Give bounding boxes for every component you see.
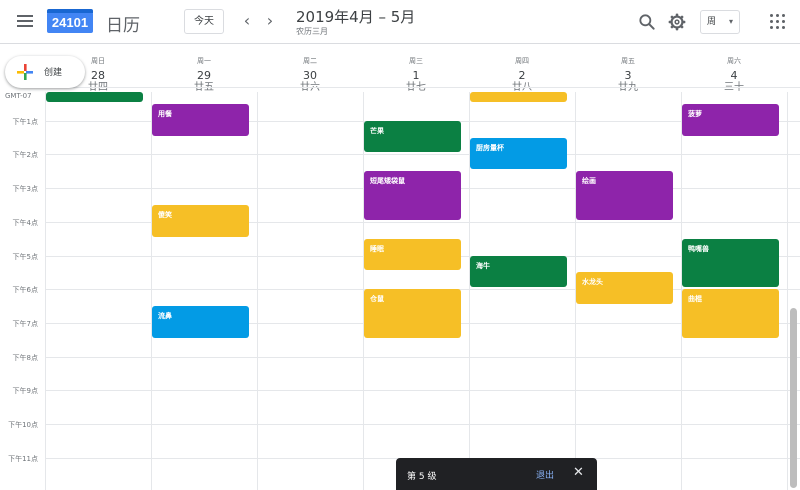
hour-label: 下午8点 bbox=[12, 354, 38, 362]
calendar-event[interactable]: 仓鼠 bbox=[364, 289, 461, 338]
hour-label: 下午5点 bbox=[12, 253, 38, 261]
hour-gridline bbox=[45, 154, 800, 155]
next-week-icon[interactable]: › bbox=[261, 12, 279, 32]
search-icon[interactable] bbox=[637, 12, 657, 32]
event-title: 曲棍 bbox=[688, 295, 702, 304]
calendar-event[interactable] bbox=[46, 92, 143, 102]
hour-label: 下午3点 bbox=[12, 185, 38, 193]
calendar-event[interactable]: 睡眠 bbox=[364, 238, 461, 271]
day-column-divider bbox=[45, 92, 46, 490]
calendar-event[interactable]: 海牛 bbox=[470, 255, 567, 288]
day-column-divider bbox=[257, 92, 258, 490]
hour-label: 下午9点 bbox=[12, 387, 38, 395]
apps-grid-icon[interactable] bbox=[770, 14, 786, 30]
top-app-bar: 24101 日历 今天 ‹ › 2019年4月 – 5月 农历三月 周 ▾ bbox=[0, 0, 800, 44]
event-title: 水龙头 bbox=[582, 278, 603, 287]
day-of-week: 周一 bbox=[197, 57, 211, 65]
create-button[interactable]: 创建 bbox=[5, 56, 85, 88]
previous-week-icon[interactable]: ‹ bbox=[238, 12, 256, 32]
calendar-event[interactable]: 流鼻 bbox=[152, 306, 249, 338]
calendar-event[interactable]: 用餐 bbox=[152, 103, 249, 136]
lunar-month-subtitle: 农历三月 bbox=[296, 27, 328, 36]
app-name: 日历 bbox=[106, 16, 140, 36]
snackbar-message: 第 5 级 bbox=[407, 472, 437, 482]
calendar-event[interactable]: 厨房量杯 bbox=[470, 137, 567, 170]
hour-label: 下午4点 bbox=[12, 219, 38, 227]
event-title: 仓鼠 bbox=[370, 295, 384, 304]
close-icon[interactable]: ✕ bbox=[573, 466, 584, 480]
day-number[interactable]: 29 bbox=[151, 70, 257, 82]
hour-label: 下午7点 bbox=[12, 320, 38, 328]
day-of-week: 周四 bbox=[515, 57, 529, 65]
day-column-divider bbox=[787, 92, 788, 490]
day-number[interactable]: 30 bbox=[257, 70, 363, 82]
gear-icon[interactable] bbox=[667, 12, 687, 32]
event-title: 菠萝 bbox=[688, 109, 702, 118]
chevron-down-icon: ▾ bbox=[728, 17, 733, 26]
day-number[interactable]: 4 bbox=[681, 70, 787, 82]
day-number[interactable]: 3 bbox=[575, 70, 681, 82]
day-of-week: 周六 bbox=[727, 57, 741, 65]
create-button-label: 创建 bbox=[44, 68, 63, 78]
hour-gridline bbox=[45, 87, 800, 88]
calendar-event[interactable]: 绘画 bbox=[576, 171, 673, 220]
day-number[interactable]: 1 bbox=[363, 70, 469, 82]
hour-label: 下午10点 bbox=[8, 421, 38, 429]
level-snackbar: 第 5 级 退出 ✕ bbox=[396, 458, 597, 490]
calendar-event[interactable] bbox=[470, 92, 567, 102]
hour-label: 下午2点 bbox=[12, 151, 38, 159]
event-title: 傻笑 bbox=[158, 210, 172, 219]
calendar-event[interactable]: 傻笑 bbox=[152, 204, 249, 237]
view-select-label: 周 bbox=[707, 17, 717, 27]
exit-button[interactable]: 退出 bbox=[536, 468, 554, 481]
calendar-event[interactable]: 鸭嘴兽 bbox=[682, 238, 779, 288]
calendar-event[interactable]: 短尾矮袋鼠 bbox=[364, 171, 461, 220]
view-select[interactable]: 周 ▾ bbox=[700, 10, 740, 34]
event-title: 睡眠 bbox=[370, 244, 384, 253]
event-title: 海牛 bbox=[476, 261, 490, 270]
calendar-logo: 24101 bbox=[47, 9, 93, 33]
hour-gridline bbox=[45, 357, 800, 358]
day-of-week: 周三 bbox=[409, 57, 423, 65]
calendar-event[interactable]: 芒果 bbox=[364, 120, 461, 153]
plus-icon bbox=[17, 64, 33, 80]
event-title: 鸭嘴兽 bbox=[688, 244, 709, 253]
event-title: 厨房量杯 bbox=[476, 143, 504, 152]
timezone-label: GMT-07 bbox=[5, 92, 32, 100]
event-title: 短尾矮袋鼠 bbox=[370, 177, 405, 186]
calendar-event[interactable]: 菠萝 bbox=[682, 103, 779, 136]
scrollbar[interactable] bbox=[790, 308, 797, 488]
event-title: 流鼻 bbox=[158, 312, 172, 321]
main-menu-icon[interactable] bbox=[14, 12, 36, 32]
event-title: 芒果 bbox=[370, 126, 384, 135]
day-column-divider bbox=[151, 92, 152, 490]
event-title: 绘画 bbox=[582, 177, 596, 186]
calendar-event[interactable]: 水龙头 bbox=[576, 272, 673, 305]
today-button[interactable]: 今天 bbox=[184, 9, 224, 34]
day-number[interactable]: 2 bbox=[469, 70, 575, 82]
date-range-title: 2019年4月 – 5月 bbox=[296, 8, 416, 26]
calendar-event[interactable]: 曲棍 bbox=[682, 289, 779, 338]
hour-gridline bbox=[45, 390, 800, 391]
hour-label: 下午6点 bbox=[12, 286, 38, 294]
hour-label: 下午1点 bbox=[12, 118, 38, 126]
event-title: 用餐 bbox=[158, 109, 172, 118]
day-of-week: 周五 bbox=[621, 57, 635, 65]
day-of-week: 周二 bbox=[303, 57, 317, 65]
hour-label: 下午11点 bbox=[8, 455, 38, 463]
hour-gridline bbox=[45, 424, 800, 425]
